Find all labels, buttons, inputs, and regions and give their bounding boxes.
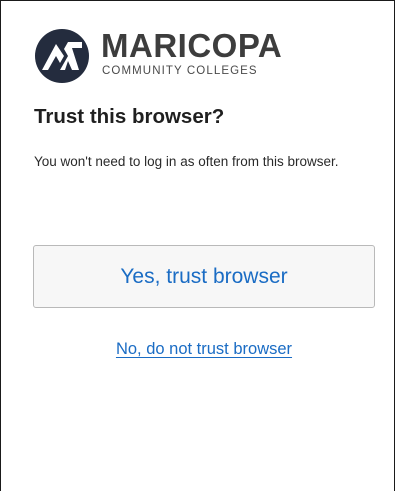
page-title: Trust this browser?: [34, 105, 225, 128]
trust-browser-button[interactable]: Yes, trust browser: [33, 245, 375, 308]
brand-name: MARICOPA: [101, 27, 283, 64]
maricopa-logo-icon: [35, 29, 89, 83]
login-panel: MARICOPA COMMUNITY COLLEGES Trust this b…: [0, 0, 395, 491]
brand-subtitle: COMMUNITY COLLEGES: [102, 65, 258, 77]
maricopa-logo: MARICOPA COMMUNITY COLLEGES: [34, 28, 294, 84]
do-not-trust-link[interactable]: No, do not trust browser: [1, 340, 396, 359]
trust-description: You won't need to log in as often from t…: [34, 154, 339, 169]
